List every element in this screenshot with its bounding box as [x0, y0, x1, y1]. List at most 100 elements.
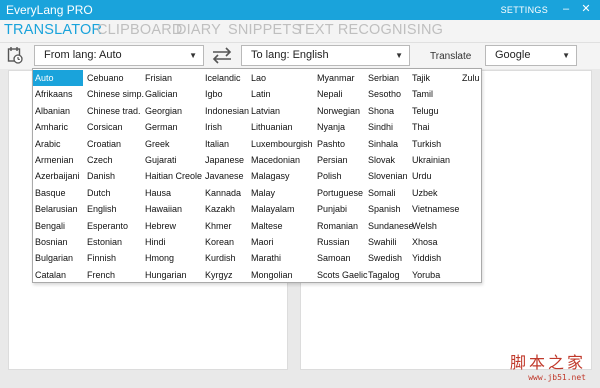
language-option[interactable]: Azerbaijani: [33, 168, 83, 184]
language-option[interactable]: Latin: [249, 86, 313, 102]
language-option[interactable]: Spanish: [366, 201, 408, 217]
language-option[interactable]: Lithuanian: [249, 119, 313, 135]
language-option[interactable]: Javanese: [203, 168, 247, 184]
language-option[interactable]: Kannada: [203, 185, 247, 201]
language-option[interactable]: Sinhala: [366, 136, 408, 152]
language-option[interactable]: Georgian: [143, 103, 201, 119]
tab-diary[interactable]: DIARY: [176, 22, 221, 38]
tab-clipboard[interactable]: CLIPBOARD: [97, 22, 183, 38]
service-select[interactable]: Google ▼: [485, 45, 577, 66]
language-option[interactable]: Maltese: [249, 218, 313, 234]
language-option[interactable]: Tagalog: [366, 267, 408, 283]
language-option[interactable]: Galician: [143, 86, 201, 102]
language-option[interactable]: Kurdish: [203, 250, 247, 266]
language-option[interactable]: Corsican: [85, 119, 141, 135]
language-option[interactable]: Macedonian: [249, 152, 313, 168]
language-option[interactable]: Russian: [315, 234, 364, 250]
language-option[interactable]: Hungarian: [143, 267, 201, 283]
language-option[interactable]: Luxembourgish: [249, 136, 313, 152]
language-option[interactable]: Nyanja: [315, 119, 364, 135]
language-option[interactable]: English: [85, 201, 141, 217]
language-option[interactable]: Finnish: [85, 250, 141, 266]
language-option[interactable]: Malay: [249, 185, 313, 201]
language-option[interactable]: Hawaiian: [143, 201, 201, 217]
translate-button[interactable]: Translate: [430, 51, 471, 62]
swap-languages-icon[interactable]: [211, 46, 233, 64]
language-option[interactable]: Afrikaans: [33, 86, 83, 102]
minimize-icon[interactable]: –: [560, 2, 572, 16]
language-option[interactable]: Mongolian: [249, 267, 313, 283]
language-option[interactable]: Tamil: [410, 86, 458, 102]
language-option[interactable]: Esperanto: [85, 218, 141, 234]
language-option[interactable]: Haitian Creole: [143, 168, 202, 184]
language-option[interactable]: Myanmar: [315, 70, 364, 86]
language-option[interactable]: Welsh: [410, 218, 458, 234]
language-option[interactable]: Auto: [33, 70, 83, 86]
language-option[interactable]: Xhosa: [410, 234, 458, 250]
language-option[interactable]: Turkish: [410, 136, 458, 152]
language-option[interactable]: Norwegian: [315, 103, 364, 119]
language-option[interactable]: Khmer: [203, 218, 247, 234]
tab-snippets[interactable]: SNIPPETS: [228, 22, 301, 38]
language-option[interactable]: Sundanese: [366, 218, 414, 234]
language-option[interactable]: Yoruba: [410, 267, 458, 283]
language-option[interactable]: Danish: [85, 168, 141, 184]
language-option[interactable]: Samoan: [315, 250, 364, 266]
language-option[interactable]: Japanese: [203, 152, 247, 168]
language-option[interactable]: Uzbek: [410, 185, 458, 201]
language-option[interactable]: Vietnamese: [410, 201, 459, 217]
language-option[interactable]: Thai: [410, 119, 458, 135]
language-option[interactable]: Cebuano: [85, 70, 141, 86]
language-option[interactable]: Igbo: [203, 86, 247, 102]
language-option[interactable]: Maori: [249, 234, 313, 250]
language-option[interactable]: Korean: [203, 234, 247, 250]
language-option[interactable]: Indonesian: [203, 103, 249, 119]
language-option[interactable]: Tajik: [410, 70, 458, 86]
language-option[interactable]: Romanian: [315, 218, 364, 234]
language-option[interactable]: Kyrgyz: [203, 267, 247, 283]
language-option[interactable]: Shona: [366, 103, 408, 119]
to-lang-select[interactable]: To lang: English ▼: [241, 45, 410, 66]
language-option[interactable]: Estonian: [85, 234, 141, 250]
language-option[interactable]: Malayalam: [249, 201, 313, 217]
language-option[interactable]: Punjabi: [315, 201, 364, 217]
language-option[interactable]: Telugu: [410, 103, 458, 119]
language-option[interactable]: Hmong: [143, 250, 201, 266]
language-option[interactable]: Swahili: [366, 234, 408, 250]
language-option[interactable]: Arabic: [33, 136, 83, 152]
language-option[interactable]: Basque: [33, 185, 83, 201]
language-option[interactable]: Urdu: [410, 168, 458, 184]
settings-link[interactable]: SETTINGS: [501, 5, 548, 15]
language-option[interactable]: Sesotho: [366, 86, 408, 102]
language-option[interactable]: Hausa: [143, 185, 201, 201]
language-option[interactable]: Catalan: [33, 267, 83, 283]
language-option[interactable]: Irish: [203, 119, 247, 135]
language-option[interactable]: Dutch: [85, 185, 141, 201]
language-option[interactable]: French: [85, 267, 141, 283]
language-option[interactable]: Chinese simp.: [85, 86, 144, 102]
language-option[interactable]: Frisian: [143, 70, 201, 86]
language-option[interactable]: Swedish: [366, 250, 408, 266]
language-option[interactable]: Bengali: [33, 218, 83, 234]
language-option[interactable]: Bosnian: [33, 234, 83, 250]
language-option[interactable]: Latvian: [249, 103, 313, 119]
from-lang-select[interactable]: From lang: Auto ▼: [34, 45, 204, 66]
language-option[interactable]: Sindhi: [366, 119, 408, 135]
language-option[interactable]: Persian: [315, 152, 364, 168]
history-icon[interactable]: [7, 46, 23, 64]
language-option[interactable]: Polish: [315, 168, 364, 184]
language-option[interactable]: Nepali: [315, 86, 364, 102]
language-option[interactable]: Chinese trad.: [85, 103, 141, 119]
language-option[interactable]: Greek: [143, 136, 201, 152]
language-option[interactable]: Serbian: [366, 70, 408, 86]
tab-text-recognising[interactable]: TEXT RECOGNISING: [296, 22, 443, 38]
language-option[interactable]: Ukrainian: [410, 152, 458, 168]
language-option[interactable]: Yiddish: [410, 250, 458, 266]
close-icon[interactable]: ✕: [580, 2, 592, 16]
language-option[interactable]: Hebrew: [143, 218, 201, 234]
language-option[interactable]: German: [143, 119, 201, 135]
language-option[interactable]: Scots Gaelic: [315, 267, 368, 283]
language-option[interactable]: Portuguese: [315, 185, 364, 201]
language-option[interactable]: Slovak: [366, 152, 408, 168]
language-option[interactable]: Zulu: [460, 70, 482, 86]
